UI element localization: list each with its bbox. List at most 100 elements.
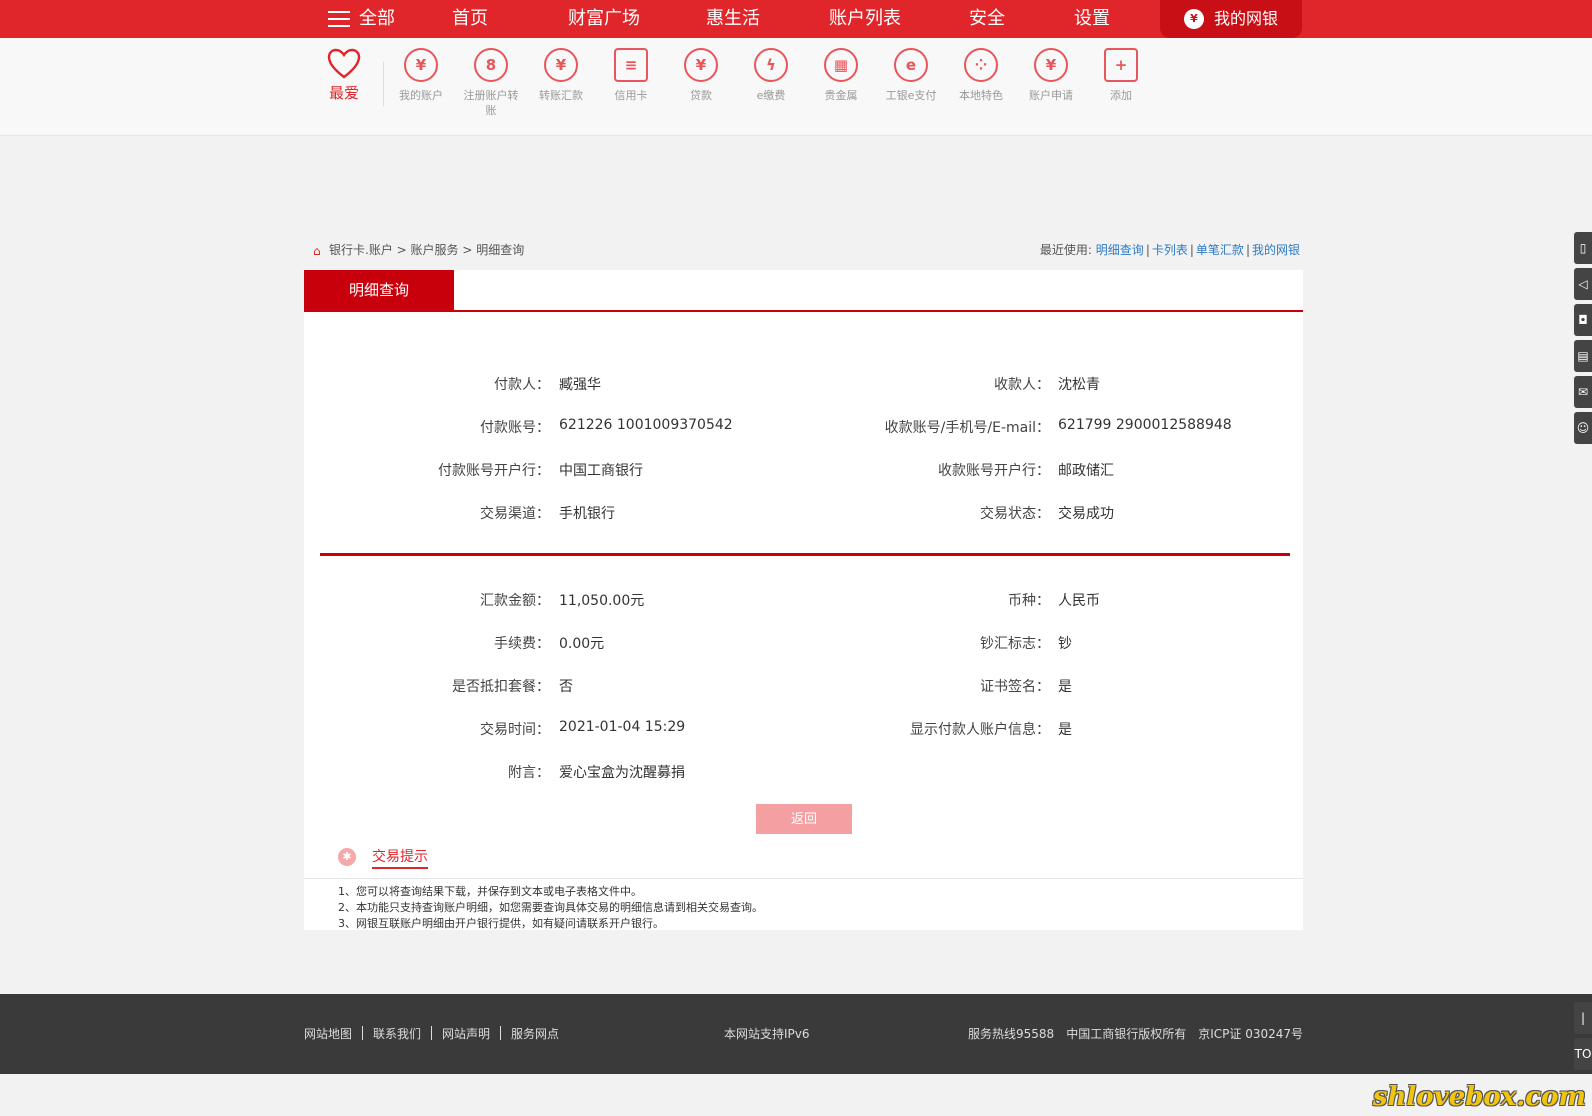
footer-sep <box>431 1026 433 1040</box>
payee-bank-label: 收款账号开户行： <box>938 463 1050 479</box>
tip-line: 3、网银互联账户明细由开户银行提供，如有疑问请联系开户银行。 <box>338 917 664 930</box>
payer-label: 付款人： <box>494 377 550 393</box>
quick-item-label: e缴费 <box>756 89 786 102</box>
nav-mybank-label: 我的网银 <box>1214 9 1279 28</box>
quick-item-label: 转账汇款 <box>539 89 583 102</box>
recent-link-mybank[interactable]: 我的网银 <box>1252 243 1300 257</box>
quick-item-label: 贷款 <box>690 89 712 102</box>
calendar-icon[interactable]: ▤ <box>1574 340 1592 372</box>
service-icon[interactable]: ☺ <box>1574 412 1592 444</box>
quick-item-label: 贵金属 <box>824 89 858 102</box>
status-value: 交易成功 <box>1058 506 1114 522</box>
payer-bank-label: 付款账号开户行： <box>438 463 550 479</box>
show-payer-info-label: 显示付款人账户信息： <box>910 722 1050 738</box>
quick-item-8[interactable]: ⁘ 本地特色 <box>949 48 1013 103</box>
recent-link-detail[interactable]: 明细查询 <box>1096 243 1144 257</box>
footer-hotline: 服务热线95588 <box>968 1027 1055 1041</box>
nav-home[interactable]: 首页 <box>452 0 488 38</box>
fee-value: 0.00元 <box>559 636 605 652</box>
footer-ipv6: 本网站支持IPv6 <box>724 1027 810 1041</box>
quick-item-2[interactable]: ¥ 转账汇款 <box>529 48 593 103</box>
plus-square-icon: + <box>1104 48 1138 82</box>
gold-bars-icon: ▦ <box>824 48 858 82</box>
footer-sep <box>500 1026 502 1040</box>
payee-account-label: 收款账号/手机号/E-mail： <box>884 420 1050 436</box>
breadcrumb-item-service[interactable]: 账户服务 <box>411 243 459 257</box>
payee-account-value: 621799 2900012588948 <box>1058 417 1232 433</box>
nav-mybank-tab[interactable]: ¥ 我的网银 <box>1160 0 1302 38</box>
quick-bar: 最爱 ¥ 我的账户 8 注册账户转账 ¥ 转账汇款 ≡ 信用卡 ¥ 贷款 ϟ e缴费 ▦ 贵金属 e 工银e支… <box>0 38 1592 136</box>
show-payer-info-value: 是 <box>1058 722 1072 738</box>
recent-link-transfer[interactable]: 单笔汇款 <box>1196 243 1244 257</box>
nav-security[interactable]: 安全 <box>969 0 1005 38</box>
footer-link-statement[interactable]: 网站声明 <box>442 1027 490 1041</box>
quick-item-label: 注册账户转账 <box>463 89 519 117</box>
tips-title: 交易提示 <box>372 846 428 869</box>
currency-label: 币种： <box>1008 593 1050 609</box>
status-label: 交易状态： <box>980 506 1050 522</box>
amount-value: 11,050.00元 <box>559 593 645 609</box>
amount-label: 汇款金额： <box>480 593 550 609</box>
cash-flag-label: 钞汇标志： <box>980 636 1050 652</box>
to-top-button[interactable]: TO <box>1574 1038 1592 1070</box>
quick-item-5[interactable]: ϟ e缴费 <box>739 48 803 103</box>
package-label: 是否抵扣套餐： <box>452 679 550 695</box>
nav-all[interactable]: 全部 <box>359 0 395 38</box>
tip-line: 2、本功能只支持查询账户明细，如您需要查询具体交易的明细信息请到相关交易查询。 <box>338 901 763 914</box>
quick-item-label: 添加 <box>1110 89 1132 102</box>
nav-accounts[interactable]: 账户列表 <box>829 0 901 38</box>
memo-value: 爱心宝盒为沈醒募捐 <box>559 765 685 781</box>
currency-value: 人民币 <box>1058 593 1100 609</box>
tab-detail-query[interactable]: 明细查询 <box>304 270 454 310</box>
lightbulb-icon: ✱ <box>338 848 356 866</box>
mail-icon[interactable]: ✉ <box>1574 376 1592 408</box>
nav-wealth[interactable]: 财富广场 <box>568 0 640 38</box>
nav-settings[interactable]: 设置 <box>1074 0 1110 38</box>
tip-line: 1、您可以将查询结果下载，并保存到文本或电子表格文件中。 <box>338 885 642 898</box>
quick-item-7[interactable]: e 工银e支付 <box>879 48 943 103</box>
memo-label: 附言： <box>508 765 550 781</box>
footer-link-contact[interactable]: 联系我们 <box>373 1027 421 1041</box>
quick-item-9[interactable]: ¥ 账户申请 <box>1019 48 1083 103</box>
quick-item-10[interactable]: + 添加 <box>1089 48 1153 103</box>
footer-icp: 京ICP证 030247号 <box>1198 1027 1303 1041</box>
send-icon[interactable]: ◁ <box>1574 268 1592 300</box>
payee-value: 沈松青 <box>1058 377 1100 393</box>
footer-sep <box>362 1026 364 1040</box>
footer-link-outlets[interactable]: 服务网点 <box>511 1027 559 1041</box>
package-value: 否 <box>559 679 573 695</box>
local-dots-icon: ⁘ <box>964 48 998 82</box>
menu-icon[interactable] <box>328 11 350 27</box>
account-apply-icon: ¥ <box>1034 48 1068 82</box>
payer-account-value: 621226 1001009370542 <box>559 417 733 433</box>
footer-copyright: 中国工商银行版权所有 <box>1066 1027 1187 1041</box>
tips-divider <box>304 878 1303 879</box>
gift-icon[interactable]: ▯ <box>1574 232 1592 264</box>
recent-used: 最近使用: 明细查询 | 卡列表 | 单笔汇款 | 我的网银 <box>1040 241 1300 258</box>
breadcrumb-item-detail: 明细查询 <box>476 243 525 257</box>
quick-item-6[interactable]: ▦ 贵金属 <box>809 48 873 103</box>
breadcrumb: ⌂ 银行卡.账户 > 账户服务 > 明细查询 <box>313 241 524 258</box>
detail-panel: 明细查询 付款人： 臧强华 收款人： 沈松青 付款账号： 621226 1001… <box>304 270 1303 840</box>
quick-favorites[interactable]: 最爱 <box>322 48 366 103</box>
recent-link-cards[interactable]: 卡列表 <box>1152 243 1188 257</box>
quick-item-0[interactable]: ¥ 我的账户 <box>389 48 453 103</box>
breadcrumb-item-card[interactable]: 银行卡.账户 <box>329 243 393 257</box>
quick-item-3[interactable]: ≡ 信用卡 <box>599 48 663 103</box>
cash-flag-value: 钞 <box>1058 636 1072 652</box>
refresh-8-icon: 8 <box>474 48 508 82</box>
quick-item-4[interactable]: ¥ 贷款 <box>669 48 733 103</box>
footer-link-sitemap[interactable]: 网站地图 <box>304 1027 352 1041</box>
e-pay-icon: e <box>894 48 928 82</box>
camera-icon[interactable]: ◘ <box>1574 304 1592 336</box>
top-nav: 全部 首页 财富广场 惠生活 账户列表 安全 设置 ¥ 我的网银 <box>0 0 1592 38</box>
payer-value: 臧强华 <box>559 377 601 393</box>
payee-label: 收款人： <box>994 377 1050 393</box>
nav-life[interactable]: 惠生活 <box>706 0 760 38</box>
home-icon[interactable]: ⌂ <box>313 244 325 258</box>
scroll-icon[interactable]: | <box>1574 1002 1592 1034</box>
section-divider <box>320 553 1290 556</box>
back-button[interactable]: 返回 <box>756 804 852 834</box>
quick-item-1[interactable]: 8 注册账户转账 <box>459 48 523 118</box>
recent-label: 最近使用: <box>1039 243 1092 257</box>
